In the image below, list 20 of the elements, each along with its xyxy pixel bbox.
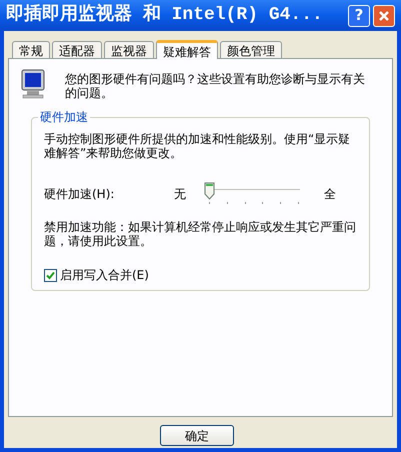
group-title: 硬件加速 [38, 110, 90, 124]
help-button[interactable]: ? [348, 4, 370, 26]
slider-thumb[interactable] [204, 182, 215, 200]
tab[interactable]: 适配器 [52, 41, 102, 58]
ok-button[interactable]: 确定 [160, 425, 234, 446]
close-icon [378, 10, 390, 22]
intro-text: 您的图形硬件有问题吗？这些设置有助您诊断与显示有关的问题。 [65, 71, 366, 100]
slider-label: 硬件加速(H): [44, 186, 116, 203]
checkbox-label: 启用写入合并(E) [60, 267, 149, 284]
min-label: 无 [174, 186, 187, 203]
tab[interactable]: 监视器 [104, 41, 154, 58]
tab[interactable]: 常规 [12, 41, 50, 58]
note-text: 禁用加速功能：如果计算机经常停止响应或发生其它严重问题，请使用此设置。 [44, 220, 357, 248]
checkbox[interactable] [44, 268, 57, 282]
tab[interactable]: 颜色管理 [220, 41, 282, 58]
max-label: 全 [324, 186, 336, 203]
description-text: 手动控制图形硬件所提供的加速和性能级别。使用“显示疑难解答”来帮助您做更改。 [44, 132, 352, 160]
window-title: 即插即用监视器 和 Intel(R) G4... [6, 2, 324, 27]
close-button[interactable] [373, 4, 395, 26]
tab[interactable]: 疑难解答 [156, 40, 218, 59]
